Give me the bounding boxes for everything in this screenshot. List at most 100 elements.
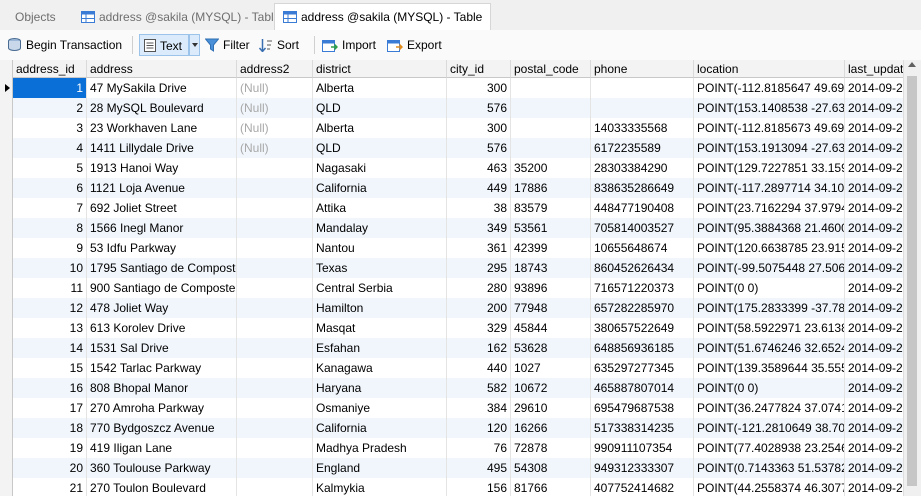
table-row[interactable]: 1 47 MySakila Drive (Null) Alberta 300 POINT(… (13, 78, 921, 98)
table-cell-postal-code[interactable]: 1027 (511, 358, 591, 378)
table-cell-address-id[interactable]: 18 (13, 418, 87, 438)
table-cell-city-id[interactable]: 463 (447, 158, 511, 178)
table-cell-address[interactable]: 270 Toulon Boulevard (87, 478, 237, 496)
table-cell-postal-code[interactable]: 45844 (511, 318, 591, 338)
table-cell-location[interactable]: POINT(-112.8185673 49.6999 (694, 118, 845, 138)
table-cell-address2[interactable] (237, 198, 313, 218)
column-header-district[interactable]: district (313, 60, 447, 78)
table-cell-city-id[interactable]: 300 (447, 78, 511, 98)
table-cell-address[interactable]: 808 Bhopal Manor (87, 378, 237, 398)
table-cell-address-id[interactable]: 7 (13, 198, 87, 218)
column-header-phone[interactable]: phone (591, 60, 694, 78)
table-cell-city-id[interactable]: 576 (447, 98, 511, 118)
table-cell-phone[interactable]: 716571220373 (591, 278, 694, 298)
column-header-address[interactable]: address (87, 60, 237, 78)
table-cell-location[interactable]: POINT(95.3884368 21.460027 (694, 218, 845, 238)
table-cell-phone[interactable]: 517338314235 (591, 418, 694, 438)
table-cell-address2[interactable] (237, 318, 313, 338)
text-view-dropdown[interactable] (189, 34, 200, 56)
column-header-postal-code[interactable]: postal_code (511, 60, 591, 78)
table-cell-district[interactable]: Osmaniye (313, 398, 447, 418)
table-cell-address-id[interactable]: 21 (13, 478, 87, 496)
table-cell-address2[interactable] (237, 478, 313, 496)
table-row[interactable]: 10 1795 Santiago de Composte Texas 295 18743… (13, 258, 921, 278)
table-cell-district[interactable]: Kanagawa (313, 358, 447, 378)
table-cell-phone[interactable]: 407752414682 (591, 478, 694, 496)
export-button[interactable]: Export (387, 34, 442, 56)
table-cell-phone[interactable] (591, 98, 694, 118)
table-cell-phone[interactable]: 990911107354 (591, 438, 694, 458)
import-button[interactable]: Import (322, 34, 376, 56)
table-cell-postal-code[interactable]: 18743 (511, 258, 591, 278)
table-cell-postal-code[interactable]: 72878 (511, 438, 591, 458)
table-cell-address2[interactable]: (Null) (237, 138, 313, 158)
table-cell-location[interactable]: POINT(-121.2810649 38.7071 (694, 418, 845, 438)
table-cell-city-id[interactable]: 495 (447, 458, 511, 478)
table-cell-address2[interactable] (237, 418, 313, 438)
table-cell-address[interactable]: 360 Toulouse Parkway (87, 458, 237, 478)
column-header-address2[interactable]: address2 (237, 60, 313, 78)
table-row[interactable]: 17 270 Amroha Parkway Osmaniye 384 29610 6954… (13, 398, 921, 418)
vertical-scrollbar[interactable] (903, 60, 921, 496)
table-cell-phone[interactable]: 695479687538 (591, 398, 694, 418)
sort-button[interactable]: Sort (259, 34, 299, 56)
table-cell-phone[interactable]: 10655648674 (591, 238, 694, 258)
table-cell-address-id[interactable]: 9 (13, 238, 87, 258)
table-cell-city-id[interactable]: 300 (447, 118, 511, 138)
table-cell-city-id[interactable]: 329 (447, 318, 511, 338)
table-cell-postal-code[interactable]: 35200 (511, 158, 591, 178)
table-cell-address[interactable]: 1913 Hanoi Way (87, 158, 237, 178)
table-cell-location[interactable]: POINT(44.2558374 46.307780 (694, 478, 845, 496)
tab-address-table-1[interactable]: address @sakila (MYSQL) - Table (72, 3, 289, 29)
table-cell-location[interactable]: POINT(-117.2897714 34.1083 (694, 178, 845, 198)
table-cell-location[interactable]: POINT(139.3589644 35.55578 (694, 358, 845, 378)
table-cell-address[interactable]: 1531 Sal Drive (87, 338, 237, 358)
table-cell-city-id[interactable]: 440 (447, 358, 511, 378)
table-cell-postal-code[interactable]: 10672 (511, 378, 591, 398)
table-cell-postal-code[interactable]: 53561 (511, 218, 591, 238)
table-cell-location[interactable]: POINT(153.1408538 -27.6333 (694, 98, 845, 118)
table-cell-city-id[interactable]: 200 (447, 298, 511, 318)
table-cell-location[interactable]: POINT(0 0) (694, 278, 845, 298)
tab-address-table-2[interactable]: address @sakila (MYSQL) - Table (274, 3, 492, 31)
table-row[interactable]: 2 28 MySQL Boulevard (Null) QLD 576 POINT(153… (13, 98, 921, 118)
table-row[interactable]: 9 53 Idfu Parkway Nantou 361 42399 1065564867… (13, 238, 921, 258)
table-row[interactable]: 19 419 Iligan Lane Madhya Pradesh 76 72878 99… (13, 438, 921, 458)
data-grid[interactable]: address_id address address2 district city_id… (0, 60, 921, 496)
table-cell-phone[interactable]: 380657522649 (591, 318, 694, 338)
table-cell-address2[interactable] (237, 278, 313, 298)
table-cell-district[interactable]: England (313, 458, 447, 478)
table-cell-postal-code[interactable]: 93896 (511, 278, 591, 298)
filter-button[interactable]: Filter (205, 34, 250, 56)
table-row[interactable]: 4 1411 Lillydale Drive (Null) QLD 576 6172235… (13, 138, 921, 158)
table-cell-city-id[interactable]: 361 (447, 238, 511, 258)
table-cell-location[interactable]: POINT(0 0) (694, 378, 845, 398)
table-cell-postal-code[interactable]: 17886 (511, 178, 591, 198)
table-cell-location[interactable]: POINT(175.2833399 -37.7833 (694, 298, 845, 318)
table-cell-postal-code[interactable] (511, 138, 591, 158)
table-cell-postal-code[interactable] (511, 118, 591, 138)
table-cell-city-id[interactable]: 295 (447, 258, 511, 278)
table-cell-address-id[interactable]: 8 (13, 218, 87, 238)
table-cell-address-id[interactable]: 12 (13, 298, 87, 318)
table-cell-city-id[interactable]: 449 (447, 178, 511, 198)
table-cell-postal-code[interactable]: 16266 (511, 418, 591, 438)
table-cell-address[interactable]: 53 Idfu Parkway (87, 238, 237, 258)
table-row[interactable]: 12 478 Joliet Way Hamilton 200 77948 65728228… (13, 298, 921, 318)
table-cell-phone[interactable]: 6172235589 (591, 138, 694, 158)
table-cell-district[interactable]: Hamilton (313, 298, 447, 318)
table-cell-postal-code[interactable]: 29610 (511, 398, 591, 418)
table-cell-address-id[interactable]: 19 (13, 438, 87, 458)
table-cell-postal-code[interactable]: 53628 (511, 338, 591, 358)
table-cell-phone[interactable]: 28303384290 (591, 158, 694, 178)
table-cell-address[interactable]: 900 Santiago de Compostela (87, 278, 237, 298)
table-cell-city-id[interactable]: 582 (447, 378, 511, 398)
table-cell-address2[interactable] (237, 218, 313, 238)
table-cell-address[interactable]: 1542 Tarlac Parkway (87, 358, 237, 378)
table-cell-postal-code[interactable]: 42399 (511, 238, 591, 258)
table-cell-address-id[interactable]: 3 (13, 118, 87, 138)
row-selector-column[interactable] (0, 60, 13, 496)
table-row[interactable]: 5 1913 Hanoi Way Nagasaki 463 35200 283033842… (13, 158, 921, 178)
table-cell-city-id[interactable]: 349 (447, 218, 511, 238)
column-header-city-id[interactable]: city_id (447, 60, 511, 78)
